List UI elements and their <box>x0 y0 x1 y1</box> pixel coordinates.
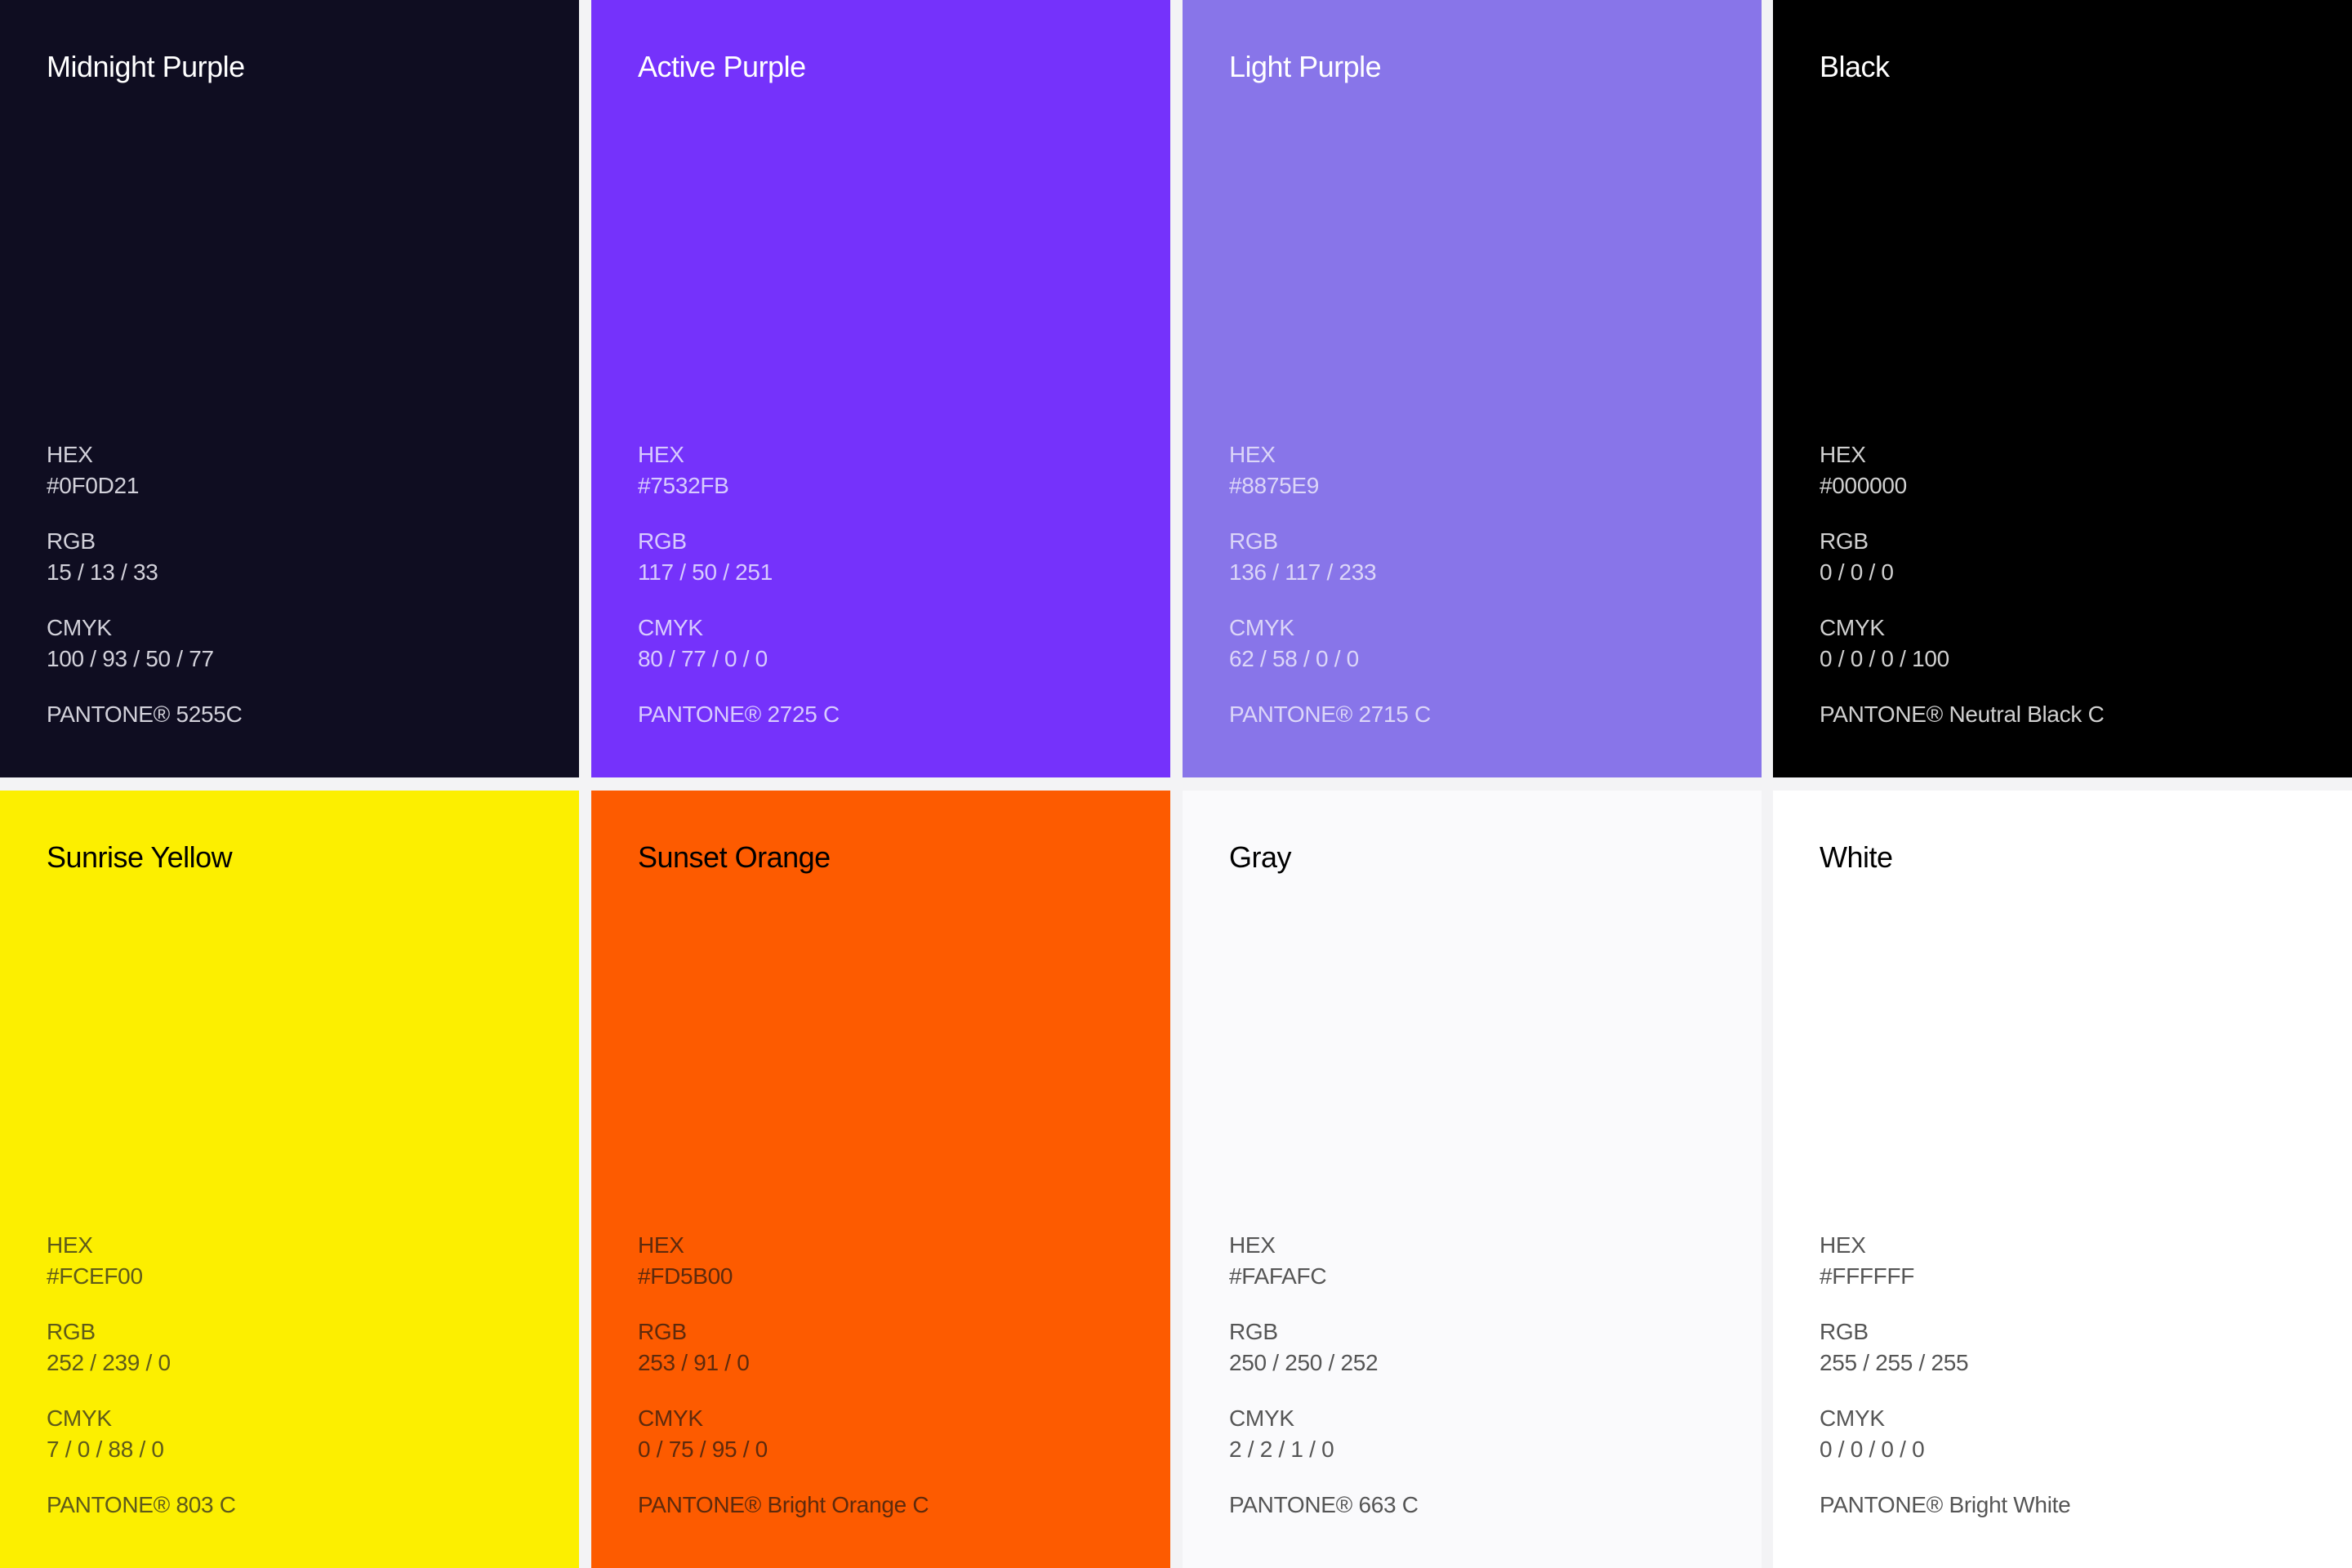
rgb-value: 136 / 117 / 233 <box>1229 559 1377 585</box>
cmyk-label: CMYK <box>1820 615 1885 640</box>
swatch-specs: HEX #FAFAFC RGB 250 / 250 / 252 CMYK 2 / 2 … <box>1229 1230 1419 1521</box>
swatch-white: White HEX #FFFFFF RGB 255 / 255 / 255 CMYK… <box>1773 791 2352 1568</box>
swatch-specs: HEX #0F0D21 RGB 15 / 13 / 33 CMYK 100 / 93 … <box>47 439 243 730</box>
swatch-specs: HEX #FFFFFF RGB 255 / 255 / 255 CMYK 0 / 0 … <box>1820 1230 2071 1521</box>
rgb-label: RGB <box>638 528 687 554</box>
cmyk-value: 100 / 93 / 50 / 77 <box>47 646 214 671</box>
pantone-value: PANTONE® Bright White <box>1820 1492 2071 1517</box>
color-palette-grid: Midnight Purple HEX #0F0D21 RGB 15 / 13 / … <box>0 0 2352 1568</box>
swatch-name: White <box>1820 840 1893 874</box>
hex-value: #FAFAFC <box>1229 1263 1327 1289</box>
swatch-name: Sunset Orange <box>638 840 831 874</box>
rgb-value: 250 / 250 / 252 <box>1229 1350 1379 1375</box>
rgb-label: RGB <box>47 1319 96 1344</box>
hex-value: #8875E9 <box>1229 473 1320 498</box>
swatch-midnight-purple: Midnight Purple HEX #0F0D21 RGB 15 / 13 / … <box>0 0 579 777</box>
swatch-name: Active Purple <box>638 50 806 83</box>
hex-label: HEX <box>1229 1232 1276 1258</box>
cmyk-label: CMYK <box>1820 1405 1885 1431</box>
swatch-name: Midnight Purple <box>47 50 245 83</box>
hex-value: #FD5B00 <box>638 1263 733 1289</box>
swatch-light-purple: Light Purple HEX #8875E9 RGB 136 / 117 / 2… <box>1183 0 1762 777</box>
swatch-specs: HEX #000000 RGB 0 / 0 / 0 CMYK 0 / 0 / 0 / … <box>1820 439 2105 730</box>
rgb-label: RGB <box>1820 528 1869 554</box>
hex-label: HEX <box>638 442 684 467</box>
hex-label: HEX <box>1820 1232 1866 1258</box>
hex-value: #7532FB <box>638 473 729 498</box>
rgb-label: RGB <box>1229 528 1278 554</box>
cmyk-value: 80 / 77 / 0 / 0 <box>638 646 768 671</box>
pantone-value: PANTONE® 2715 C <box>1229 702 1431 727</box>
swatch-active-purple: Active Purple HEX #7532FB RGB 117 / 50 / 2… <box>591 0 1170 777</box>
hex-label: HEX <box>1820 442 1866 467</box>
hex-value: #000000 <box>1820 473 1907 498</box>
swatch-specs: HEX #FCEF00 RGB 252 / 239 / 0 CMYK 7 / 0 / … <box>47 1230 236 1521</box>
pantone-value: PANTONE® 803 C <box>47 1492 236 1517</box>
hex-value: #0F0D21 <box>47 473 140 498</box>
pantone-value: PANTONE® 2725 C <box>638 702 840 727</box>
rgb-value: 0 / 0 / 0 <box>1820 559 1894 585</box>
cmyk-label: CMYK <box>47 615 112 640</box>
hex-label: HEX <box>1229 442 1276 467</box>
cmyk-value: 0 / 0 / 0 / 0 <box>1820 1437 1925 1462</box>
swatch-name: Gray <box>1229 840 1292 874</box>
pantone-value: PANTONE® 663 C <box>1229 1492 1419 1517</box>
cmyk-label: CMYK <box>638 615 703 640</box>
swatch-sunrise-yellow: Sunrise Yellow HEX #FCEF00 RGB 252 / 239 /… <box>0 791 579 1568</box>
hex-label: HEX <box>47 1232 93 1258</box>
cmyk-value: 2 / 2 / 1 / 0 <box>1229 1437 1334 1462</box>
cmyk-value: 0 / 75 / 95 / 0 <box>638 1437 768 1462</box>
hex-label: HEX <box>638 1232 684 1258</box>
pantone-value: PANTONE® Bright Orange C <box>638 1492 929 1517</box>
swatch-name: Light Purple <box>1229 50 1382 83</box>
cmyk-label: CMYK <box>638 1405 703 1431</box>
hex-value: #FFFFFF <box>1820 1263 1915 1289</box>
swatch-specs: HEX #7532FB RGB 117 / 50 / 251 CMYK 80 / 77… <box>638 439 840 730</box>
swatch-specs: HEX #8875E9 RGB 136 / 117 / 233 CMYK 62 / 5… <box>1229 439 1431 730</box>
hex-label: HEX <box>47 442 93 467</box>
cmyk-value: 0 / 0 / 0 / 100 <box>1820 646 1949 671</box>
rgb-value: 15 / 13 / 33 <box>47 559 158 585</box>
cmyk-label: CMYK <box>1229 615 1294 640</box>
pantone-value: PANTONE® 5255C <box>47 702 243 727</box>
rgb-label: RGB <box>638 1319 687 1344</box>
cmyk-value: 62 / 58 / 0 / 0 <box>1229 646 1359 671</box>
rgb-value: 253 / 91 / 0 <box>638 1350 750 1375</box>
swatch-gray: Gray HEX #FAFAFC RGB 250 / 250 / 252 CMYK 2… <box>1183 791 1762 1568</box>
rgb-label: RGB <box>1229 1319 1278 1344</box>
rgb-value: 255 / 255 / 255 <box>1820 1350 1969 1375</box>
swatch-name: Sunrise Yellow <box>47 840 233 874</box>
rgb-label: RGB <box>1820 1319 1869 1344</box>
rgb-label: RGB <box>47 528 96 554</box>
pantone-value: PANTONE® Neutral Black C <box>1820 702 2105 727</box>
swatch-black: Black HEX #000000 RGB 0 / 0 / 0 CMYK 0 / 0 … <box>1773 0 2352 777</box>
cmyk-value: 7 / 0 / 88 / 0 <box>47 1437 164 1462</box>
swatch-name: Black <box>1820 50 1890 83</box>
swatch-specs: HEX #FD5B00 RGB 253 / 91 / 0 CMYK 0 / 75 / … <box>638 1230 929 1521</box>
cmyk-label: CMYK <box>47 1405 112 1431</box>
rgb-value: 252 / 239 / 0 <box>47 1350 171 1375</box>
swatch-sunset-orange: Sunset Orange HEX #FD5B00 RGB 253 / 91 / 0… <box>591 791 1170 1568</box>
cmyk-label: CMYK <box>1229 1405 1294 1431</box>
rgb-value: 117 / 50 / 251 <box>638 559 773 585</box>
hex-value: #FCEF00 <box>47 1263 143 1289</box>
